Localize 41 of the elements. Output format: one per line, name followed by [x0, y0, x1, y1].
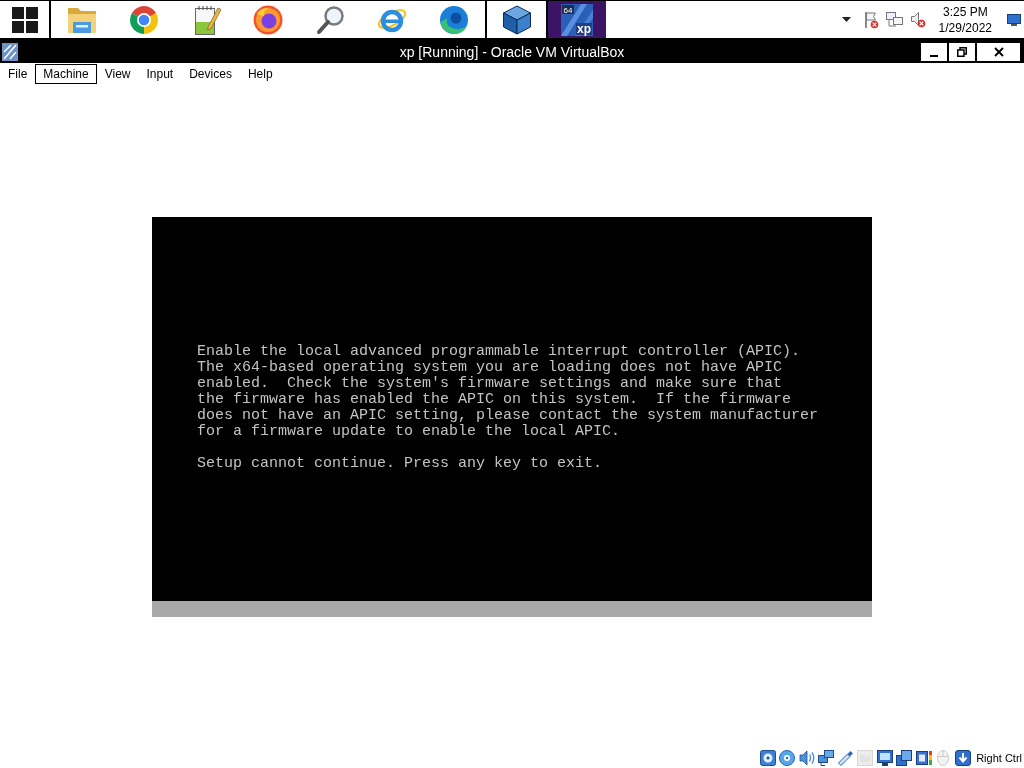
host-key-label: Right Ctrl — [976, 752, 1022, 764]
taskbar-button[interactable]: 64 xp — [548, 1, 606, 38]
clock-time: 3:25 PM — [942, 3, 988, 20]
speaker-icon[interactable] — [798, 750, 815, 766]
xp-tile-icon: 64 xp — [561, 3, 593, 36]
network-icon[interactable] — [818, 750, 835, 766]
cube-icon — [501, 4, 532, 35]
monitor-icon[interactable] — [1007, 13, 1021, 26]
windows-logo-icon — [11, 6, 38, 33]
magnifier-icon — [315, 4, 345, 35]
fox-globe-icon — [252, 3, 284, 36]
folder-icon — [66, 5, 98, 34]
minimize-button[interactable] — [921, 42, 947, 61]
caret-icon[interactable] — [841, 17, 851, 22]
monitor-icon[interactable] — [876, 750, 893, 766]
speaker-icon[interactable] — [909, 11, 926, 28]
usb-stick-icon[interactable] — [837, 750, 854, 766]
chip-meter-icon[interactable] — [915, 750, 932, 766]
minimize-icon — [930, 54, 938, 57]
menu-item[interactable]: Machine — [35, 64, 97, 84]
close-icon — [993, 46, 1004, 57]
console-text: Enable the local advanced programmable interrupt controller (APIC). The x64-based operating system you are loading does not have APIC enabled. Check the system's firmware settings and make sure that the firmware has enabled the APIC on this system. If the firmware does not have an APIC setting, please contact the system manufacturer for a firmware update to enable the local APIC. — [197, 343, 819, 440]
close-button[interactable] — [977, 42, 1020, 61]
restore-button[interactable] — [949, 42, 975, 61]
window-icon — [2, 42, 18, 61]
swirl-icon — [438, 3, 470, 36]
menu-item[interactable]: Help — [239, 64, 281, 84]
menu-item[interactable]: View — [96, 64, 139, 84]
stacked-windows-icon[interactable] — [896, 750, 913, 766]
menu-item[interactable]: File — [0, 64, 36, 84]
arrow-down-icon[interactable] — [954, 750, 971, 766]
clock-date: 1/29/2022 — [938, 19, 992, 36]
color-wheel-icon — [128, 3, 160, 36]
menu-item[interactable]: Input — [138, 64, 182, 84]
network-icon[interactable] — [885, 11, 903, 28]
console-text: Setup cannot continue. Press any key to exit. — [197, 455, 603, 472]
menu-item[interactable]: Devices — [181, 64, 240, 84]
restore-icon — [957, 46, 967, 57]
window-title: xp [Running] - Oracle VM VirtualBox — [399, 43, 625, 60]
disc-icon[interactable] — [779, 750, 796, 766]
flag-icon[interactable] — [862, 10, 879, 29]
